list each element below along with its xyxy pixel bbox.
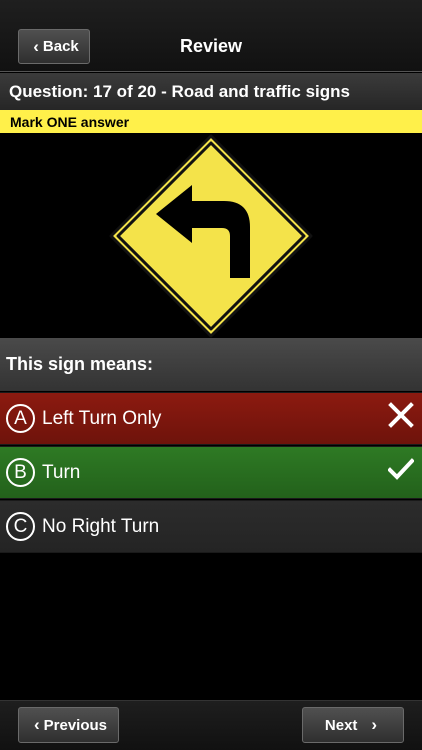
page-title: Review <box>179 36 243 56</box>
answer-letter-badge: A <box>6 404 35 433</box>
answer-option-a[interactable]: A Left Turn Only <box>0 392 422 445</box>
bottom-toolbar: ‹ Previous Next › <box>0 700 422 750</box>
answer-letter-badge: C <box>6 512 35 541</box>
question-prompt: This sign means: <box>0 338 422 391</box>
question-image <box>0 133 422 338</box>
nav-bar: ‹ Back Review <box>0 0 422 72</box>
answer-option-c[interactable]: C No Right Turn <box>0 500 422 553</box>
answer-text: Left Turn Only <box>42 407 162 429</box>
answer-letter-badge: B <box>6 458 35 487</box>
chevron-right-icon: › <box>371 715 378 734</box>
previous-button[interactable]: ‹ Previous <box>18 707 119 743</box>
previous-label: Previous <box>43 716 108 734</box>
left-curve-sign-icon <box>104 133 318 338</box>
answer-option-b[interactable]: B Turn <box>0 446 422 499</box>
next-label: Next <box>324 716 358 734</box>
instruction-banner: Mark ONE answer <box>0 110 422 133</box>
next-button[interactable]: Next › <box>302 707 404 743</box>
question-header: Question: 17 of 20 - Road and traffic si… <box>0 73 422 110</box>
answer-text: Turn <box>42 461 81 483</box>
answer-text: No Right Turn <box>42 515 160 537</box>
cross-icon <box>388 402 414 428</box>
chevron-left-icon: ‹ <box>33 715 40 734</box>
checkmark-icon <box>388 458 414 480</box>
